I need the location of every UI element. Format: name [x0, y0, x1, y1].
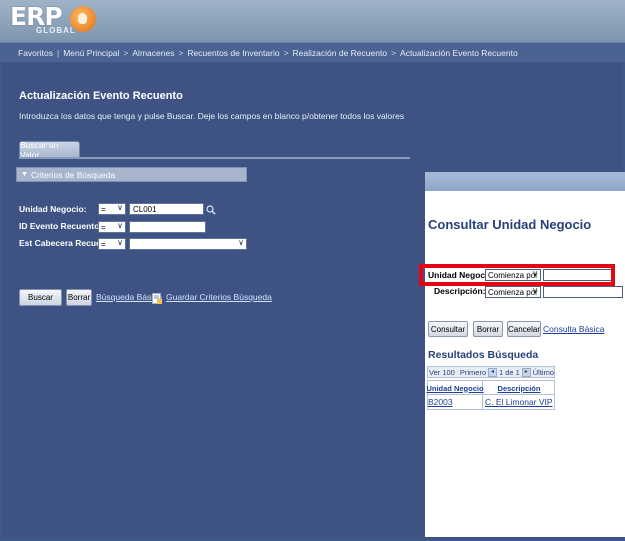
tab-buscar-un-valor[interactable]: Buscar un Valor — [19, 140, 80, 160]
id-evento-input[interactable] — [129, 221, 206, 233]
breadcrumb-realizacion[interactable]: Realización de Recuento — [293, 48, 388, 58]
consulta-basica-link[interactable]: Consulta Básica — [543, 324, 604, 334]
ultimo-label[interactable]: Último — [533, 368, 554, 377]
previous-page-icon[interactable]: ◂ — [488, 367, 497, 377]
borrar-button[interactable]: Borrar — [66, 289, 92, 306]
logo-subtext: GLOBAL — [36, 26, 76, 35]
next-page-icon[interactable]: ▸ — [521, 367, 531, 377]
breadcrumb-separator: > — [391, 47, 397, 58]
unidad-negocio-label: Unidad Negocio: — [19, 204, 87, 214]
app-header: ERP GLOBAL — [0, 0, 625, 42]
breadcrumb-actualizacion[interactable]: Actualización Evento Recuento — [400, 48, 518, 58]
breadcrumb: Favoritos | Menú Principal > Almacenes >… — [0, 42, 625, 62]
modal-descripcion-label: Descripción: — [434, 286, 486, 296]
collapse-triangle-icon: ▼ — [21, 171, 28, 178]
modal-title: Consultar Unidad Negocio — [428, 217, 592, 232]
unidad-negocio-value: CL001 — [133, 204, 157, 214]
results-title: Resultados Búsqueda — [428, 349, 539, 361]
breadcrumb-almacenes[interactable]: Almacenes — [132, 48, 174, 58]
erp-global-logo: ERP GLOBAL — [10, 2, 110, 38]
est-cabecera-select[interactable]: ∨ — [129, 238, 247, 250]
chevron-down-icon: ∨ — [238, 238, 244, 247]
unidad-negocio-input[interactable]: CL001 — [129, 203, 204, 215]
ver-100-link[interactable]: Ver 100 — [429, 368, 455, 377]
est-cabecera-operator-select[interactable]: = ∨ — [98, 238, 126, 250]
chevron-down-icon: ∨ — [532, 286, 538, 295]
id-evento-operator-select[interactable]: = ∨ — [98, 221, 126, 233]
section-title: Criterios de Búsqueda — [30, 169, 116, 180]
breadcrumb-separator: > — [178, 47, 184, 58]
grid-row-divider — [427, 394, 555, 395]
primero-label[interactable]: Primero — [460, 368, 486, 377]
page-instructions: Introduzca los datos que tenga y pulse B… — [19, 111, 405, 121]
modal-title-bar[interactable] — [425, 172, 625, 191]
buscar-button[interactable]: Buscar — [19, 289, 62, 306]
criteria-section-header[interactable]: ▼ Criterios de Búsqueda — [16, 167, 247, 182]
breadcrumb-recuentos[interactable]: Recuentos de Inventario — [187, 48, 279, 58]
operator-value: = — [101, 222, 106, 232]
consultar-button[interactable]: Consultar — [428, 321, 468, 337]
highlight-annotation-box — [419, 264, 615, 286]
modal-descripcion-input[interactable] — [543, 286, 623, 298]
grid-navigation: Ver 100 Primero ◂ 1 de 1 ▸ Último — [427, 366, 555, 378]
chevron-down-icon: ∨ — [117, 221, 123, 230]
chevron-down-icon: ∨ — [117, 203, 123, 212]
breadcrumb-menu-principal[interactable]: Menú Principal — [63, 48, 119, 58]
operator-value: Comienza por — [488, 287, 538, 297]
guardar-criterios-link[interactable]: Guardar Criterios Búsqueda — [166, 292, 272, 302]
unidad-negocio-operator-select[interactable]: = ∨ — [98, 203, 126, 215]
breadcrumb-favoritos[interactable]: Favoritos — [18, 48, 53, 58]
lookup-modal: Consultar Unidad Negocio Unidad Negocio:… — [425, 172, 625, 537]
id-evento-label: ID Evento Recuento: — [19, 221, 103, 231]
breadcrumb-separator: > — [283, 47, 289, 58]
page-range: 1 de 1 — [499, 367, 520, 377]
page-title: Actualización Evento Recuento — [19, 90, 183, 102]
column-header-unidad[interactable]: Unidad Negocio — [426, 382, 483, 394]
breadcrumb-separator: | — [56, 47, 60, 58]
result-cell-descripcion[interactable]: C. El Limonar VIP — [485, 396, 555, 408]
tab-divider — [19, 157, 410, 159]
operator-value: = — [101, 204, 106, 214]
column-header-descripcion[interactable]: Descripción — [483, 382, 555, 394]
chevron-down-icon: ∨ — [117, 238, 123, 247]
cancelar-button[interactable]: Cancelar — [507, 321, 541, 337]
operator-value: = — [101, 239, 106, 249]
save-criteria-icon[interactable] — [152, 291, 162, 304]
modal-borrar-button[interactable]: Borrar — [473, 321, 503, 337]
lookup-magnifier-icon[interactable] — [206, 202, 216, 215]
modal-descripcion-operator-select[interactable]: Comienza por ∨ — [485, 286, 541, 298]
breadcrumb-separator: > — [123, 47, 129, 58]
result-cell-unidad[interactable]: B2003 — [428, 396, 482, 408]
